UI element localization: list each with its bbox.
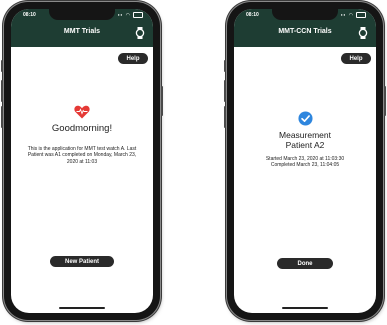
volume-up-button [1, 80, 3, 102]
check-circle-icon [297, 111, 313, 126]
phone-right: 08:10 ▪▪ ◠ MMT-CCN Trials Help Measureme… [224, 2, 386, 320]
battery-icon [356, 12, 366, 18]
phone-screen: 08:10 ▪▪ ◠ MMT Trials Help Goodmorning! … [11, 9, 153, 313]
power-button [161, 86, 163, 116]
volume-down-button [1, 106, 3, 128]
welcome-content: Goodmorning! This is the application for… [11, 105, 153, 165]
app-header: 08:10 ▪▪ ◠ MMT Trials [11, 9, 153, 47]
status-time: 08:10 [23, 12, 36, 18]
silent-switch [1, 60, 3, 72]
app-title: MMT-CCN Trials [278, 28, 332, 35]
volume-up-button [224, 80, 226, 102]
phone-screen: 08:10 ▪▪ ◠ MMT-CCN Trials Help Measureme… [234, 9, 376, 313]
notch [272, 9, 338, 20]
status-icons: ▪▪ ◠ [341, 12, 366, 18]
watch-icon[interactable] [134, 27, 146, 39]
heart-ecg-icon [74, 105, 90, 119]
status-time: 08:10 [246, 12, 259, 18]
status-icons: ▪▪ ◠ [118, 12, 143, 18]
home-indicator[interactable] [59, 307, 105, 309]
help-button[interactable]: Help [118, 53, 148, 64]
measurement-content: Measurement Patient A2 Started March 23,… [234, 111, 376, 169]
notch [49, 9, 115, 20]
watch-icon[interactable] [357, 27, 369, 39]
home-indicator[interactable] [282, 307, 328, 309]
app-title: MMT Trials [63, 28, 101, 35]
help-button[interactable]: Help [341, 53, 371, 64]
done-button[interactable]: Done [277, 258, 333, 269]
measurement-heading: Measurement Patient A2 [234, 130, 376, 150]
silent-switch [224, 60, 226, 72]
greeting-heading: Goodmorning! [51, 123, 113, 134]
completed-text: Completed March 23, 11:04:05 [270, 162, 340, 169]
app-header: 08:10 ▪▪ ◠ MMT-CCN Trials [234, 9, 376, 47]
volume-down-button [224, 106, 226, 128]
battery-icon [133, 12, 143, 18]
power-button [384, 86, 386, 116]
new-patient-button[interactable]: New Patient [50, 256, 114, 267]
info-text: This is the application for MMT test wat… [27, 146, 137, 165]
measurement-title: Measurement [279, 130, 331, 140]
phone-left: 08:10 ▪▪ ◠ MMT Trials Help Goodmorning! … [1, 2, 163, 320]
patient-label: Patient A2 [285, 140, 325, 150]
